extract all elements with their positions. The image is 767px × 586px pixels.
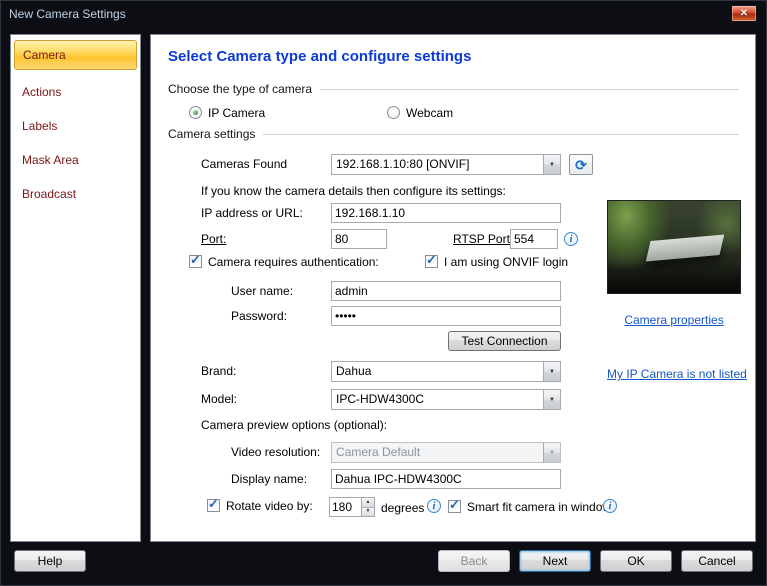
page-title: Select Camera type and configure setting… [168, 48, 472, 65]
camera-not-listed-link[interactable]: My IP Camera is not listed [607, 367, 747, 381]
onvif-login-checkbox[interactable]: ✓ I am using ONVIF login [425, 252, 569, 269]
refresh-icon: ⟳ [575, 156, 587, 173]
camera-preview-image [607, 200, 741, 294]
titlebar[interactable]: New Camera Settings ✕ [0, 0, 767, 28]
test-connection-button[interactable]: Test Connection [448, 331, 561, 351]
camera-details-hint: If you know the camera details then conf… [201, 184, 506, 198]
display-name-input[interactable] [331, 469, 561, 489]
spinner-down-button[interactable]: ▼ [362, 507, 374, 516]
port-input[interactable] [331, 229, 387, 249]
smart-fit-label: Smart fit camera in window [467, 499, 612, 514]
checkmark-icon: ✓ [426, 252, 437, 267]
camera-type-group-label: Choose the type of camera [168, 82, 313, 96]
radio-selected-dot [193, 110, 198, 115]
close-icon: ✕ [739, 7, 749, 19]
sidebar-item-actions[interactable]: Actions [14, 78, 137, 106]
rtsp-port-input[interactable] [510, 229, 558, 249]
model-value: IPC-HDW4300C [336, 392, 425, 406]
chevron-down-icon: ▼ [549, 161, 555, 168]
sidebar-item-broadcast[interactable]: Broadcast [14, 180, 137, 208]
radio-webcam[interactable]: Webcam [387, 105, 453, 120]
preview-floor-shadow [608, 260, 740, 293]
radio-webcam-label: Webcam [406, 105, 454, 120]
chevron-up-icon: ▲ [365, 498, 371, 505]
cameras-found-label: Cameras Found [201, 157, 288, 171]
camera-type-group-heading: Choose the type of camera [168, 82, 739, 96]
camera-properties-link[interactable]: Camera properties [607, 313, 741, 327]
rotate-degrees-spinner: ▲ ▼ [329, 497, 375, 517]
preview-options-heading: Camera preview options (optional): [201, 418, 388, 432]
camera-settings-group-label: Camera settings [168, 127, 256, 141]
brand-dropdown[interactable]: Dahua ▼ [331, 361, 561, 382]
dialog-window: New Camera Settings ✕ Camera Actions Lab… [0, 0, 767, 586]
password-input[interactable] [331, 306, 561, 326]
dropdown-arrow: ▼ [543, 390, 560, 409]
ip-address-label: IP address or URL: [201, 206, 303, 220]
spinner-buttons: ▲ ▼ [361, 498, 374, 516]
rtsp-port-label: RTSP Port: [453, 232, 514, 246]
radio-ip-camera-label: IP Camera [208, 105, 266, 120]
back-button: Back [438, 550, 510, 572]
sidebar-item-camera[interactable]: Camera [14, 40, 137, 70]
chevron-down-icon: ▼ [549, 396, 555, 403]
video-resolution-dropdown: Camera Default ▼ [331, 442, 561, 463]
cameras-found-dropdown[interactable]: 192.168.1.10:80 [ONVIF] ▼ [331, 154, 561, 175]
model-dropdown[interactable]: IPC-HDW4300C ▼ [331, 389, 561, 410]
model-label: Model: [201, 392, 238, 406]
brand-value: Dahua [336, 364, 372, 378]
ip-address-input[interactable] [331, 203, 561, 223]
sidebar: Camera Actions Labels Mask Area Broadcas… [10, 34, 141, 542]
checkbox-box: ✓ [189, 252, 202, 268]
next-button[interactable]: Next [519, 550, 591, 572]
sidebar-item-labels[interactable]: Labels [14, 112, 137, 140]
smart-fit-checkbox[interactable]: ✓ Smart fit camera in window [448, 497, 612, 514]
sidebar-item-mask-area[interactable]: Mask Area [14, 146, 137, 174]
brand-label: Brand: [201, 364, 237, 378]
rtsp-port-info-icon[interactable]: i [564, 232, 578, 246]
video-resolution-value: Camera Default [336, 445, 421, 459]
auth-checkbox-label: Camera requires authentication: [208, 254, 379, 269]
auth-checkbox[interactable]: ✓ Camera requires authentication: [189, 252, 379, 269]
ok-button[interactable]: OK [600, 550, 672, 572]
display-name-label: Display name: [231, 472, 308, 486]
checkmark-icon: ✓ [190, 252, 201, 267]
chevron-down-icon: ▼ [549, 368, 555, 375]
smart-fit-info-icon[interactable]: i [603, 499, 617, 513]
dropdown-arrow: ▼ [543, 362, 560, 381]
port-label: Port: [201, 232, 227, 246]
camera-settings-group-heading: Camera settings [168, 127, 739, 141]
cameras-found-value: 192.168.1.10:80 [ONVIF] [336, 157, 470, 171]
cancel-button[interactable]: Cancel [681, 550, 753, 572]
radio-circle [189, 106, 202, 119]
checkmark-icon: ✓ [449, 497, 460, 512]
checkbox-box: ✓ [207, 496, 220, 512]
degrees-label: degrees [381, 501, 425, 515]
rotate-video-checkbox[interactable]: ✓ Rotate video by: [207, 496, 313, 513]
dropdown-arrow: ▼ [543, 443, 560, 462]
dropdown-arrow: ▼ [543, 155, 560, 174]
radio-ip-camera[interactable]: IP Camera [189, 105, 265, 120]
video-resolution-label: Video resolution: [231, 445, 321, 459]
checkmark-icon: ✓ [208, 496, 219, 511]
username-input[interactable] [331, 281, 561, 301]
chevron-down-icon: ▼ [365, 508, 371, 515]
close-button[interactable]: ✕ [731, 5, 757, 22]
help-button[interactable]: Help [14, 550, 86, 572]
rotate-degrees-input[interactable] [330, 498, 361, 516]
window-title: New Camera Settings [9, 7, 126, 21]
rotate-video-label: Rotate video by: [226, 498, 313, 513]
username-label: User name: [231, 284, 294, 298]
checkbox-box: ✓ [448, 497, 461, 513]
chevron-down-icon: ▼ [549, 449, 555, 456]
password-label: Password: [231, 309, 288, 323]
refresh-cameras-button[interactable]: ⟳ [569, 154, 593, 175]
radio-circle [387, 106, 400, 119]
group-divider [320, 88, 739, 90]
rotate-info-icon[interactable]: i [427, 499, 441, 513]
onvif-checkbox-label: I am using ONVIF login [444, 254, 569, 269]
content-panel: Select Camera type and configure setting… [150, 34, 756, 542]
spinner-up-button[interactable]: ▲ [362, 498, 374, 508]
checkbox-box: ✓ [425, 252, 438, 268]
group-divider [263, 133, 739, 135]
